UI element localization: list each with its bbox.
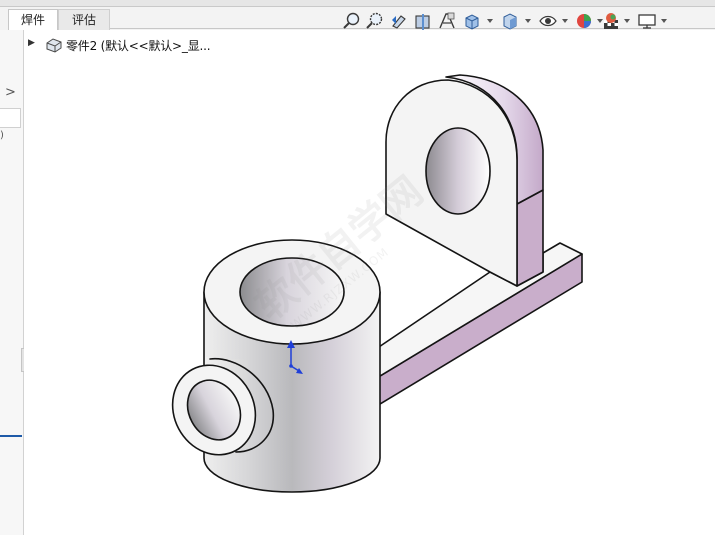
view-orientation-icon[interactable]: [462, 11, 482, 31]
hide-show-items-icon[interactable]: [538, 11, 558, 31]
display-style-icon[interactable]: [500, 11, 520, 31]
edit-appearance-icon[interactable]: [574, 11, 594, 31]
tab-evaluate[interactable]: 评估: [58, 9, 110, 30]
part-icon[interactable]: [44, 35, 64, 55]
expand-arrow-icon[interactable]: ▶: [28, 38, 35, 48]
expand-panel-chevron-icon[interactable]: >: [5, 85, 16, 100]
panel-selection-bar: [0, 435, 22, 437]
hide-show-dropdown-icon[interactable]: [561, 17, 569, 25]
apply-scene-dropdown-icon[interactable]: [623, 17, 631, 25]
zoom-to-area-icon[interactable]: [365, 11, 385, 31]
tab-weldments[interactable]: 焊件: [8, 9, 58, 30]
view-settings-dropdown-icon[interactable]: [660, 17, 668, 25]
base-plate-front-face: [351, 253, 583, 422]
panel-field[interactable]: [0, 108, 21, 128]
view-settings-icon[interactable]: [637, 11, 657, 31]
panel-bracket: ): [0, 130, 4, 141]
dynamic-annotation-icon[interactable]: [437, 11, 457, 31]
section-view-icon[interactable]: [413, 11, 433, 31]
top-strip: [0, 0, 715, 7]
left-panel: > ): [0, 30, 24, 535]
part-model: 软件自学网 WWW.RJZXW.COM: [171, 74, 583, 493]
previous-view-icon[interactable]: [389, 11, 409, 31]
apply-scene-icon[interactable]: [601, 11, 621, 31]
view-orientation-dropdown-icon[interactable]: [486, 17, 494, 25]
graphics-area[interactable]: 软件自学网 WWW.RJZXW.COM: [24, 30, 715, 535]
lug-side-face: [516, 189, 544, 287]
zoom-to-fit-icon[interactable]: [342, 11, 362, 31]
display-style-dropdown-icon[interactable]: [524, 17, 532, 25]
part-name-label[interactable]: 零件2 (默认<<默认>_显...: [66, 37, 211, 54]
lug-hole: [425, 127, 491, 215]
